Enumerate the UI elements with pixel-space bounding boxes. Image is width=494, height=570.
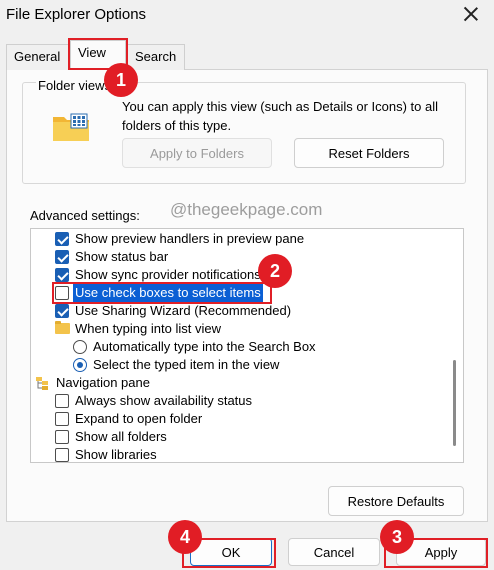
list-item-label: Show all folders	[75, 429, 167, 444]
step-marker-2: 2	[258, 254, 292, 288]
list-item-label: Navigation pane	[56, 375, 150, 390]
list-item-label: Select the typed item in the view	[93, 357, 280, 372]
list-item-label: Show status bar	[75, 249, 169, 264]
list-item-label: Expand to open folder	[75, 411, 203, 426]
folder-views-label: Folder views	[36, 78, 113, 93]
checkbox[interactable]	[55, 304, 69, 318]
checkbox[interactable]	[55, 412, 69, 426]
checkbox[interactable]	[55, 268, 69, 282]
checkbox[interactable]	[55, 448, 69, 462]
tab-general[interactable]: General	[6, 44, 69, 70]
list-item-label: Automatically type into the Search Box	[93, 339, 316, 354]
folder-views-description: You can apply this view (such as Details…	[122, 99, 439, 133]
cancel-button[interactable]: Cancel	[288, 538, 380, 566]
list-item-label: Show libraries	[75, 447, 157, 462]
radio-button[interactable]	[73, 358, 87, 372]
restore-defaults-button[interactable]: Restore Defaults	[328, 486, 464, 516]
list-item-label: Use Sharing Wizard (Recommended)	[75, 303, 292, 318]
advanced-settings-list[interactable]: Show preview handlers in preview pane Sh…	[30, 228, 464, 463]
checkbox[interactable]	[55, 250, 69, 264]
radio-button[interactable]	[73, 340, 87, 354]
checkbox[interactable]	[55, 430, 69, 444]
list-item-label: Show sync provider notifications	[75, 267, 261, 282]
checkbox[interactable]	[55, 394, 69, 408]
window-title: File Explorer Options	[6, 6, 147, 23]
folder-icon	[55, 321, 70, 334]
reset-folders-button[interactable]: Reset Folders	[294, 138, 444, 168]
list-item-label: When typing into list view	[75, 321, 221, 336]
ok-button[interactable]: OK	[190, 538, 272, 566]
checkbox[interactable]	[55, 286, 69, 300]
step-marker-1: 1	[104, 63, 138, 97]
step-marker-3: 3	[380, 520, 414, 554]
title-bar: File Explorer Options	[0, 0, 494, 32]
watermark: @thegeekpage.com	[170, 200, 323, 219]
folder-view-icon	[53, 113, 89, 141]
list-item-label: Always show availability status	[75, 393, 253, 408]
apply-to-folders-button[interactable]: Apply to Folders	[122, 138, 272, 168]
navigation-pane-icon	[36, 377, 48, 390]
list-item-label: Use check boxes to select items	[73, 284, 263, 302]
scrollbar-thumb[interactable]	[453, 360, 456, 446]
advanced-settings-label: Advanced settings:	[30, 208, 140, 223]
close-icon[interactable]	[460, 4, 482, 26]
list-item-label: Show preview handlers in preview pane	[75, 231, 305, 246]
checkbox[interactable]	[55, 232, 69, 246]
tab-search[interactable]: Search	[127, 44, 185, 70]
step-marker-4: 4	[168, 520, 202, 554]
list-scrollbar[interactable]	[448, 230, 460, 461]
